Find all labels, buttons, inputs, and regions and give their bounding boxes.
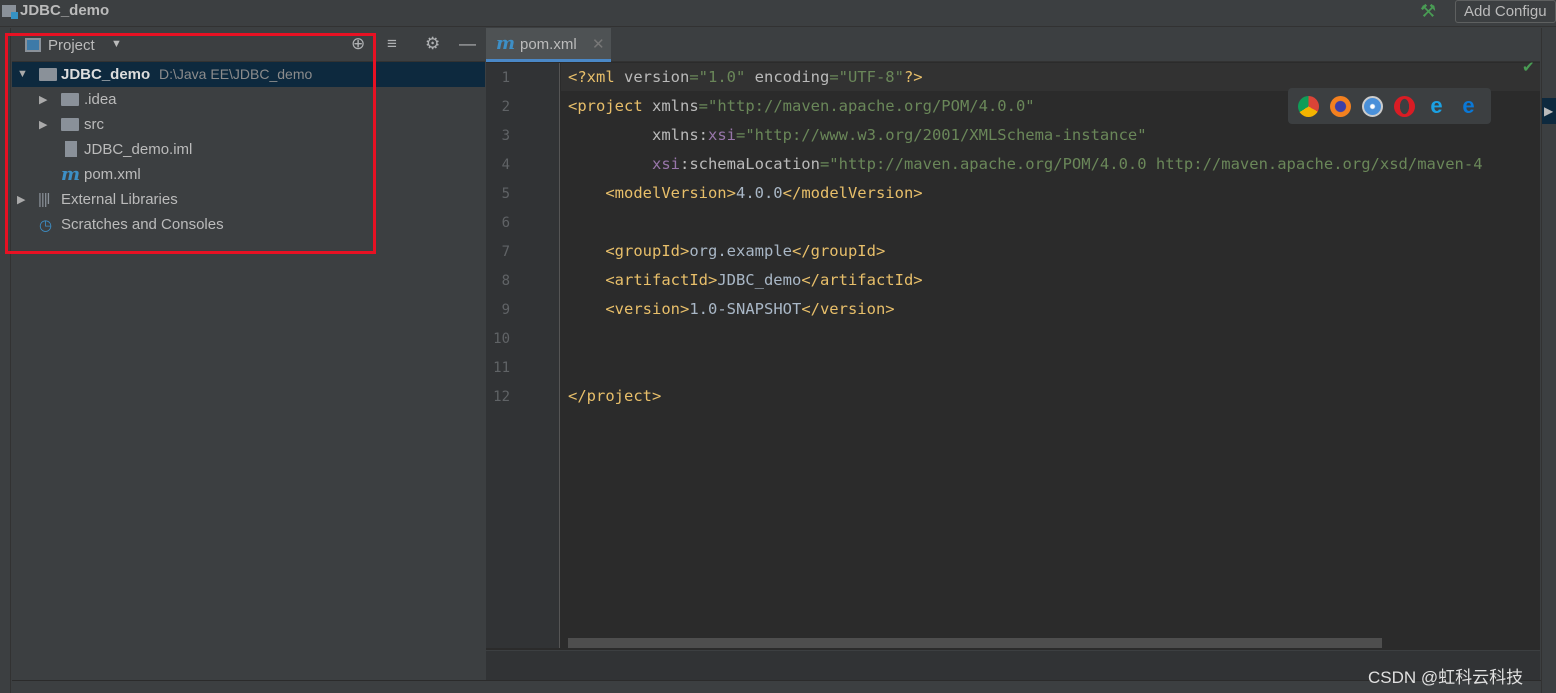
window-title: JDBC_demo bbox=[20, 2, 110, 19]
opera-icon[interactable] bbox=[1394, 95, 1415, 117]
code-line: <groupId>org.example</groupId> bbox=[568, 237, 885, 266]
gear-icon[interactable]: ⚙ bbox=[425, 34, 440, 54]
code-token: ="http://www.w3.org/2001/XMLSchema-insta… bbox=[735, 126, 1147, 144]
code-token: 1.0-SNAPSHOT bbox=[689, 300, 802, 318]
code-token: ="http://maven.apache.org/POM/4.0.0 http… bbox=[819, 155, 1483, 173]
hammer-icon[interactable]: ⚒ bbox=[1420, 1, 1436, 22]
highlight-box bbox=[5, 33, 376, 254]
code-token: :schemaLocation bbox=[679, 155, 820, 173]
title-bar: JDBC_demo ⚒ Add Configu bbox=[0, 0, 1556, 27]
code-token: <?xml bbox=[568, 68, 624, 86]
code-token: </project> bbox=[568, 387, 662, 405]
code-token: ="UTF-8" bbox=[829, 68, 904, 86]
line-number: 12 bbox=[493, 389, 510, 405]
edge-icon[interactable]: e bbox=[1458, 94, 1479, 117]
horizontal-scrollbar[interactable] bbox=[568, 638, 1382, 648]
collapse-all-icon[interactable]: ≡ bbox=[387, 34, 397, 54]
line-number: 9 bbox=[501, 302, 510, 318]
code-token: </modelVersion> bbox=[782, 184, 923, 202]
code-token: ?> bbox=[903, 68, 923, 86]
check-icon: ✔ bbox=[1522, 59, 1535, 76]
project-icon bbox=[2, 5, 18, 19]
watermark: CSDN @虹科云科技 bbox=[1368, 668, 1524, 687]
code-line: </project> bbox=[568, 382, 661, 411]
line-number: 10 bbox=[493, 331, 510, 347]
code-token: ="http://maven.apache.org/POM/4.0.0" bbox=[698, 97, 1035, 115]
code-token: xsi bbox=[707, 126, 736, 144]
safari-icon[interactable] bbox=[1362, 95, 1383, 117]
bottom-tool-strip bbox=[12, 680, 1541, 693]
code-line: <project xmlns="http://maven.apache.org/… bbox=[568, 92, 1035, 121]
right-tool-strip: ▶ bbox=[1541, 28, 1556, 693]
code-token: <artifactId> bbox=[568, 271, 718, 289]
code-line: <?xml version="1.0" encoding="UTF-8"?> bbox=[568, 63, 923, 92]
code-token: xmlns: bbox=[568, 126, 708, 144]
line-number-gutter: 1 2 3 4 5 6 7 8 9 10 11 12 bbox=[486, 63, 560, 648]
maven-icon: m bbox=[496, 33, 516, 54]
code-token: ="1.0" bbox=[689, 68, 755, 86]
chrome-icon[interactable] bbox=[1298, 95, 1319, 117]
code-line: xsi:schemaLocation="http://maven.apache.… bbox=[568, 150, 1483, 179]
code-line: <version>1.0-SNAPSHOT</version> bbox=[568, 295, 895, 324]
firefox-icon[interactable] bbox=[1330, 95, 1351, 117]
line-number: 8 bbox=[501, 273, 510, 289]
code-line: <artifactId>JDBC_demo</artifactId> bbox=[568, 266, 923, 295]
code-token: </groupId> bbox=[791, 242, 886, 260]
line-number: 11 bbox=[493, 360, 510, 376]
editor-tabs: m pom.xml ✕ bbox=[486, 28, 1540, 62]
add-configuration-button[interactable]: Add Configu bbox=[1455, 0, 1556, 23]
minimize-icon[interactable]: — bbox=[459, 34, 476, 54]
code-token: org.example bbox=[689, 242, 792, 260]
line-number: 5 bbox=[501, 186, 510, 202]
ie-icon[interactable]: e bbox=[1426, 94, 1447, 117]
code-token: <groupId> bbox=[568, 242, 690, 260]
code-token: 4.0.0 bbox=[735, 184, 783, 202]
code-token: xsi bbox=[568, 155, 680, 173]
code-token: xmlns bbox=[652, 97, 699, 115]
line-number: 4 bbox=[501, 157, 510, 173]
code-line: <modelVersion>4.0.0</modelVersion> bbox=[568, 179, 923, 208]
tab-pom-xml[interactable]: m pom.xml ✕ bbox=[486, 28, 611, 62]
code-token: <modelVersion> bbox=[568, 184, 736, 202]
code-token: encoding bbox=[754, 68, 830, 86]
code-line: xmlns:xsi="http://www.w3.org/2001/XMLSch… bbox=[568, 121, 1147, 150]
line-number: 3 bbox=[501, 128, 510, 144]
maven-tool-window-button[interactable]: ▶ bbox=[1542, 98, 1556, 124]
code-token: </version> bbox=[801, 300, 895, 318]
close-icon[interactable]: ✕ bbox=[592, 35, 605, 53]
code-token: </artifactId> bbox=[801, 271, 923, 289]
code-token: version bbox=[624, 68, 690, 86]
line-number: 6 bbox=[501, 215, 510, 231]
editor: m pom.xml ✕ 1 2 3 4 5 6 7 8 9 10 11 12 <?xml versio… bbox=[486, 28, 1540, 680]
line-number: 7 bbox=[501, 244, 510, 260]
line-number: 2 bbox=[501, 99, 510, 115]
line-number: 1 bbox=[501, 70, 510, 86]
tab-label: pom.xml bbox=[520, 36, 577, 53]
browser-preview-bar: e e bbox=[1288, 88, 1491, 124]
code-token: JDBC_demo bbox=[717, 271, 802, 289]
code-token: <project bbox=[568, 97, 652, 115]
code-token: <version> bbox=[568, 300, 690, 318]
